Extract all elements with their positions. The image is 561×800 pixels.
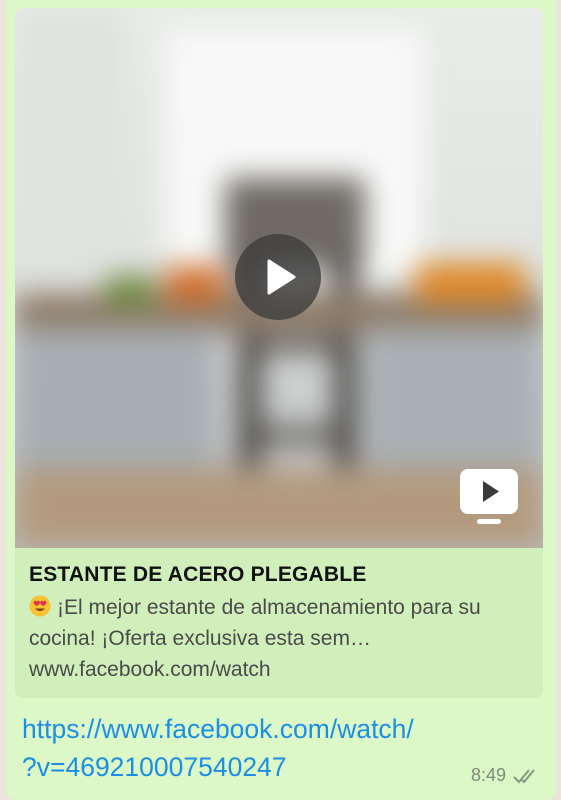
preview-domain: www.facebook.com/watch (29, 658, 271, 681)
message-time: 8:49 (470, 765, 506, 785)
message-link-line2: ?v=469210007540247 (22, 752, 287, 782)
preview-description-text: ¡El mejor estante de almacenamiento para… (29, 596, 481, 650)
double-check-icon (513, 768, 535, 783)
heart-eyes-emoji-icon (29, 595, 51, 617)
message-link-line1: https://www.facebook.com/watch/ (22, 714, 414, 744)
preview-description: ¡El mejor estante de almacenamiento para… (29, 592, 529, 654)
message-meta: 8:49 (471, 765, 540, 786)
preview-title: ESTANTE DE ACERO PLEGABLE (29, 563, 367, 586)
play-button[interactable] (235, 234, 321, 320)
message-bubble[interactable]: ESTANTE DE ACERO PLEGABLE ¡El mejor esta… (6, 0, 556, 800)
video-thumbnail[interactable] (15, 8, 543, 548)
link-preview-text: ESTANTE DE ACERO PLEGABLE ¡El mejor esta… (29, 560, 529, 685)
message-link[interactable]: https://www.facebook.com/watch/ ?v=46921… (22, 710, 542, 786)
link-preview-card[interactable]: ESTANTE DE ACERO PLEGABLE ¡El mejor esta… (15, 8, 543, 698)
play-icon (267, 259, 296, 295)
video-badge-icon[interactable] (459, 468, 519, 526)
